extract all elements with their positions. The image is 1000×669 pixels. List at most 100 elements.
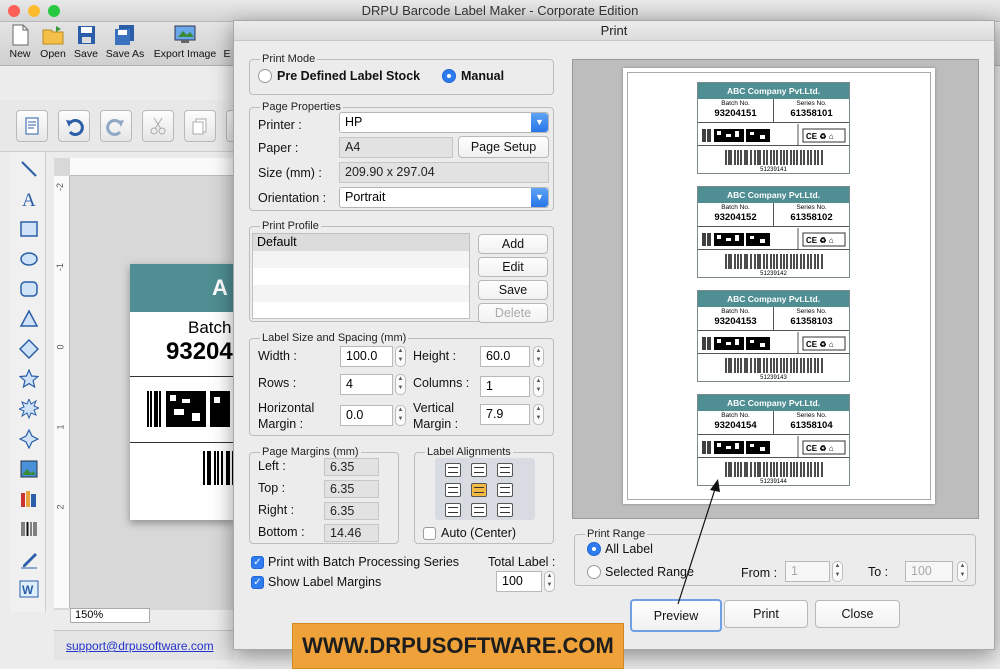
show-margins-checkbox[interactable]: ✓ bbox=[251, 576, 264, 589]
width-stepper[interactable]: ▲ ▼ bbox=[395, 346, 406, 367]
image-tool[interactable] bbox=[16, 456, 42, 482]
print-button[interactable]: Print bbox=[724, 600, 808, 628]
batch-processing-checkbox[interactable]: ✓ bbox=[251, 556, 264, 569]
all-label-text: All Label bbox=[605, 542, 653, 556]
series-number: 61358102 bbox=[790, 212, 833, 223]
open-button[interactable]: Open bbox=[38, 24, 68, 60]
diamond-tool[interactable] bbox=[16, 336, 42, 362]
alignment-button[interactable] bbox=[497, 503, 513, 517]
triangle-icon bbox=[19, 309, 39, 327]
list-item[interactable]: Default bbox=[253, 234, 469, 251]
manual-radio[interactable] bbox=[442, 69, 456, 83]
canvas-label-2d-code bbox=[130, 376, 234, 442]
rows-stepper[interactable]: ▲ ▼ bbox=[395, 374, 406, 395]
from-stepper[interactable]: ▲ ▼ bbox=[832, 561, 843, 582]
new-button[interactable]: New bbox=[6, 24, 34, 60]
series-number: 61358101 bbox=[790, 108, 833, 119]
total-label-stepper[interactable]: ▲ ▼ bbox=[544, 571, 555, 592]
canvas-label-barcode bbox=[130, 442, 234, 490]
canvas-label[interactable]: A Batch 93204 bbox=[130, 264, 234, 520]
profile-delete-button[interactable]: Delete bbox=[478, 303, 548, 323]
zoom-window-button[interactable] bbox=[48, 5, 60, 17]
columns-stepper[interactable]: ▲ ▼ bbox=[533, 376, 544, 397]
page-setup-button[interactable]: Page Setup bbox=[458, 136, 549, 158]
save-as-button[interactable]: Save As bbox=[104, 24, 146, 60]
preview-label-company: ABC Company Pvt.Ltd. bbox=[698, 187, 849, 203]
profile-list[interactable]: Default bbox=[252, 233, 470, 319]
columns-input[interactable]: 1 bbox=[480, 376, 530, 397]
svg-text:CE ♻ ⌂: CE ♻ ⌂ bbox=[806, 340, 834, 349]
height-input[interactable]: 60.0 bbox=[480, 346, 530, 367]
triangle-tool[interactable] bbox=[16, 306, 42, 332]
height-stepper[interactable]: ▲ ▼ bbox=[533, 346, 544, 367]
total-label-input[interactable]: 100 bbox=[496, 571, 542, 592]
auto-center-checkbox[interactable] bbox=[423, 527, 436, 540]
series-number: 61358103 bbox=[790, 316, 833, 327]
line-tool[interactable] bbox=[16, 156, 42, 182]
printer-select[interactable]: HP ▼ bbox=[339, 112, 549, 133]
text-tool[interactable]: A bbox=[16, 186, 42, 212]
alignment-button[interactable] bbox=[445, 503, 461, 517]
align-lines-icon bbox=[474, 507, 484, 513]
series-caption: Series No. bbox=[796, 204, 827, 211]
rounded-rectangle-tool[interactable] bbox=[16, 276, 42, 302]
watermark-tool[interactable]: W bbox=[16, 576, 42, 602]
close-button[interactable]: Close bbox=[815, 600, 900, 628]
hmargin-input[interactable]: 0.0 bbox=[340, 405, 393, 426]
star-icon bbox=[19, 369, 39, 389]
app-title-bar: DRPU Barcode Label Maker - Corporate Edi… bbox=[0, 0, 1000, 22]
from-input[interactable]: 1 bbox=[785, 561, 830, 582]
alignment-button[interactable] bbox=[497, 463, 513, 477]
toolbar-more-button[interactable]: E bbox=[222, 24, 232, 60]
predefined-stock-radio[interactable] bbox=[258, 69, 272, 83]
align-lines-icon bbox=[500, 467, 510, 473]
vmargin-input[interactable]: 7.9 bbox=[480, 404, 530, 425]
predefined-stock-label: Pre Defined Label Stock bbox=[277, 69, 421, 83]
columns-label: Columns : bbox=[413, 376, 470, 390]
align-lines-icon bbox=[500, 487, 510, 493]
rows-input[interactable]: 4 bbox=[340, 374, 393, 395]
alignment-button[interactable] bbox=[471, 483, 487, 497]
undo-button[interactable] bbox=[58, 110, 90, 142]
star4-tool[interactable] bbox=[16, 426, 42, 452]
svg-text:W: W bbox=[22, 583, 34, 597]
redo-button[interactable] bbox=[100, 110, 132, 142]
minimize-window-button[interactable] bbox=[28, 5, 40, 17]
alignment-button[interactable] bbox=[445, 483, 461, 497]
alignment-button[interactable] bbox=[497, 483, 513, 497]
signature-tool[interactable] bbox=[16, 546, 42, 572]
cut-button[interactable] bbox=[142, 110, 174, 142]
zoom-select[interactable]: 150% bbox=[70, 608, 150, 623]
copy-button[interactable] bbox=[184, 110, 216, 142]
rectangle-tool[interactable] bbox=[16, 216, 42, 242]
barcode-tool[interactable] bbox=[16, 516, 42, 542]
vertical-ruler: -2 -1 0 1 2 bbox=[54, 176, 70, 608]
print-profile-group: Print Profile Default Add Edit Save Dele… bbox=[249, 219, 554, 323]
width-input[interactable]: 100.0 bbox=[340, 346, 393, 367]
preview-label-company: ABC Company Pvt.Ltd. bbox=[698, 291, 849, 307]
export-image-button[interactable]: Export Image bbox=[152, 24, 218, 60]
all-label-radio[interactable] bbox=[587, 542, 601, 556]
burst-tool[interactable] bbox=[16, 396, 42, 422]
library-tool[interactable] bbox=[16, 486, 42, 512]
profile-add-button[interactable]: Add bbox=[478, 234, 548, 254]
hmargin-stepper[interactable]: ▲ ▼ bbox=[395, 405, 406, 426]
properties-button[interactable] bbox=[16, 110, 48, 142]
alignment-button[interactable] bbox=[471, 503, 487, 517]
vmargin-stepper[interactable]: ▲ ▼ bbox=[533, 404, 544, 425]
selected-range-radio[interactable] bbox=[587, 565, 601, 579]
alignment-button[interactable] bbox=[471, 463, 487, 477]
print-mode-group: Print Mode Pre Defined Label Stock Manua… bbox=[249, 52, 554, 95]
support-email-link[interactable]: support@drpusoftware.com bbox=[66, 639, 214, 653]
star-tool[interactable] bbox=[16, 366, 42, 392]
profile-save-button[interactable]: Save bbox=[478, 280, 548, 300]
profile-edit-button[interactable]: Edit bbox=[478, 257, 548, 277]
save-label: Save bbox=[74, 48, 98, 60]
ellipse-tool[interactable] bbox=[16, 246, 42, 272]
save-button[interactable]: Save bbox=[72, 24, 100, 60]
alignment-button[interactable] bbox=[445, 463, 461, 477]
orientation-select[interactable]: Portrait ▼ bbox=[339, 187, 549, 208]
to-input[interactable]: 100 bbox=[905, 561, 953, 582]
close-window-button[interactable] bbox=[8, 5, 20, 17]
to-stepper[interactable]: ▲ ▼ bbox=[957, 561, 968, 582]
